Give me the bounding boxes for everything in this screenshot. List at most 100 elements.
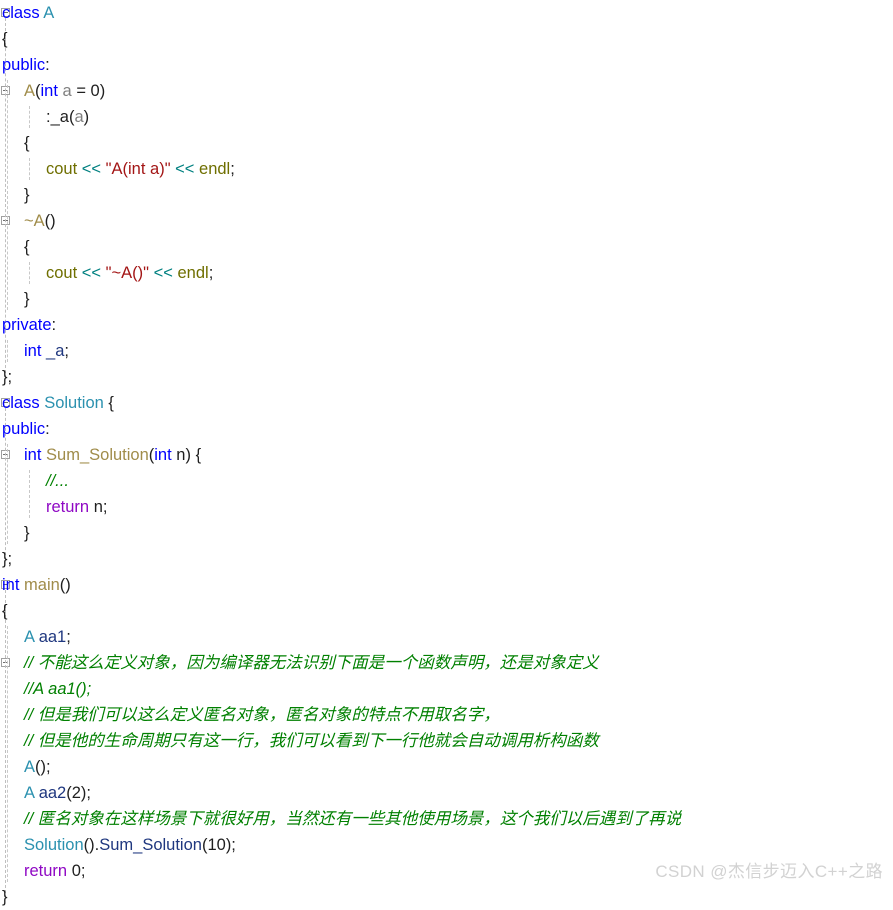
code-token: main xyxy=(24,576,60,594)
code-line[interactable]: ~A() xyxy=(0,208,893,234)
code-token: ) xyxy=(83,108,90,126)
code-token: //A aa1(); xyxy=(24,680,92,698)
code-token: } xyxy=(24,524,30,542)
code-token: A xyxy=(24,628,35,646)
code-line[interactable]: // 但是他的生命周期只有这一行，我们可以看到下一行他就会自动调用析构函数 xyxy=(0,728,893,754)
code-line[interactable]: //... xyxy=(0,468,893,494)
code-line[interactable]: } xyxy=(0,286,893,312)
code-token: A xyxy=(43,4,55,22)
code-token: cout xyxy=(46,160,78,178)
code-token: Solution xyxy=(44,394,104,412)
code-line[interactable]: :_a(a) xyxy=(0,104,893,130)
code-token: }; xyxy=(2,368,13,386)
code-token: return xyxy=(46,498,90,516)
code-token: Sum_Solution xyxy=(46,446,149,464)
code-token: << xyxy=(153,264,173,282)
code-line[interactable]: class A xyxy=(0,0,893,26)
code-token: endl xyxy=(177,264,209,282)
code-token: // 不能这么定义对象，因为编译器无法识别下面是一个函数声明，还是对象定义 xyxy=(24,654,599,672)
code-token: { xyxy=(2,30,8,48)
code-token: << xyxy=(81,264,102,282)
code-line[interactable]: cout << "~A()" << endl; xyxy=(0,260,893,286)
code-line[interactable]: // 但是我们可以这么定义匿名对象，匿名对象的特点不用取名字， xyxy=(0,702,893,728)
code-token: int xyxy=(40,82,58,100)
code-token: Solution xyxy=(24,836,84,854)
code-line[interactable]: A(int a = 0) xyxy=(0,78,893,104)
code-token: () xyxy=(44,212,56,230)
code-line[interactable]: { xyxy=(0,234,893,260)
code-line[interactable]: public: xyxy=(0,52,893,78)
code-token: ; xyxy=(64,342,69,360)
code-line[interactable]: cout << "A(int a)" << endl; xyxy=(0,156,893,182)
code-token: ; xyxy=(80,862,86,880)
indent-guide xyxy=(7,626,8,882)
code-token: ; xyxy=(230,160,235,178)
code-line[interactable]: { xyxy=(0,26,893,52)
code-token: _a xyxy=(50,108,69,126)
code-token: ) { xyxy=(185,446,202,464)
code-token: << xyxy=(175,160,195,178)
code-line[interactable]: A aa1; xyxy=(0,624,893,650)
code-line[interactable]: A(); xyxy=(0,754,893,780)
code-token: ); xyxy=(80,784,92,802)
code-line[interactable]: int _a; xyxy=(0,338,893,364)
code-editor[interactable]: class A{public: A(int a = 0):_a(a){cout <… xyxy=(0,0,893,906)
code-line[interactable]: } xyxy=(0,182,893,208)
code-line[interactable]: public: xyxy=(0,416,893,442)
indent-guide xyxy=(7,80,8,310)
code-line[interactable]: int main() xyxy=(0,572,893,598)
code-token: ) xyxy=(99,82,106,100)
csdn-watermark: CSDN @杰信步迈入C++之路 xyxy=(655,862,883,881)
code-token: (). xyxy=(83,836,100,854)
code-token: A xyxy=(24,82,36,100)
code-token: n xyxy=(93,498,103,516)
code-token: // 但是我们可以这么定义匿名对象，匿名对象的特点不用取名字， xyxy=(24,706,500,724)
code-token: public xyxy=(2,56,46,74)
code-token: ; xyxy=(102,498,108,516)
code-token: aa1 xyxy=(38,628,67,646)
code-line[interactable]: { xyxy=(0,598,893,624)
code-token: //... xyxy=(46,472,69,490)
code-token: A xyxy=(24,758,36,776)
code-line[interactable]: { xyxy=(0,130,893,156)
code-token: 0 xyxy=(90,82,100,100)
indent-guide xyxy=(29,106,30,128)
code-line[interactable]: int Sum_Solution(int n) { xyxy=(0,442,893,468)
indent-guide xyxy=(7,444,8,544)
code-line[interactable]: // 不能这么定义对象，因为编译器无法识别下面是一个函数声明，还是对象定义 xyxy=(0,650,893,676)
code-token: { xyxy=(24,238,30,256)
code-token: int xyxy=(24,342,42,360)
code-token: (); xyxy=(35,758,51,776)
code-token: ; xyxy=(66,628,71,646)
code-token: ); xyxy=(225,836,236,854)
code-token: int xyxy=(24,446,42,464)
code-token: { xyxy=(2,602,8,620)
code-token: // 匿名对象在这样场景下就很好用，当然还有一些其他使用场景，这个我们以后遇到了… xyxy=(24,810,682,828)
code-token: int xyxy=(2,576,20,594)
code-token: : xyxy=(51,316,57,334)
code-line[interactable]: A aa2(2); xyxy=(0,780,893,806)
code-line[interactable]: private: xyxy=(0,312,893,338)
code-token: cout xyxy=(46,264,78,282)
code-text-area[interactable]: class A{public: A(int a = 0):_a(a){cout <… xyxy=(0,0,893,906)
code-token: () xyxy=(59,576,71,594)
code-token: << xyxy=(81,160,102,178)
code-token: public xyxy=(2,420,46,438)
code-line[interactable]: return n; xyxy=(0,494,893,520)
code-line[interactable]: }; xyxy=(0,364,893,390)
code-line[interactable]: //A aa1(); xyxy=(0,676,893,702)
code-token: return xyxy=(24,862,68,880)
code-token: 2 xyxy=(71,784,81,802)
code-token: "A(int a)" xyxy=(105,160,171,178)
code-token: 10 xyxy=(207,836,226,854)
code-token: } xyxy=(24,290,30,308)
code-line[interactable]: } xyxy=(0,520,893,546)
code-line[interactable]: }; xyxy=(0,546,893,572)
code-token: : xyxy=(45,420,50,438)
code-line[interactable]: class Solution { xyxy=(0,390,893,416)
code-token: Sum_Solution xyxy=(99,836,202,854)
code-token: } xyxy=(24,186,30,204)
code-line[interactable]: // 匿名对象在这样场景下就很好用，当然还有一些其他使用场景，这个我们以后遇到了… xyxy=(0,806,893,832)
code-line[interactable]: Solution().Sum_Solution(10); xyxy=(0,832,893,858)
code-line[interactable]: } xyxy=(0,884,893,910)
